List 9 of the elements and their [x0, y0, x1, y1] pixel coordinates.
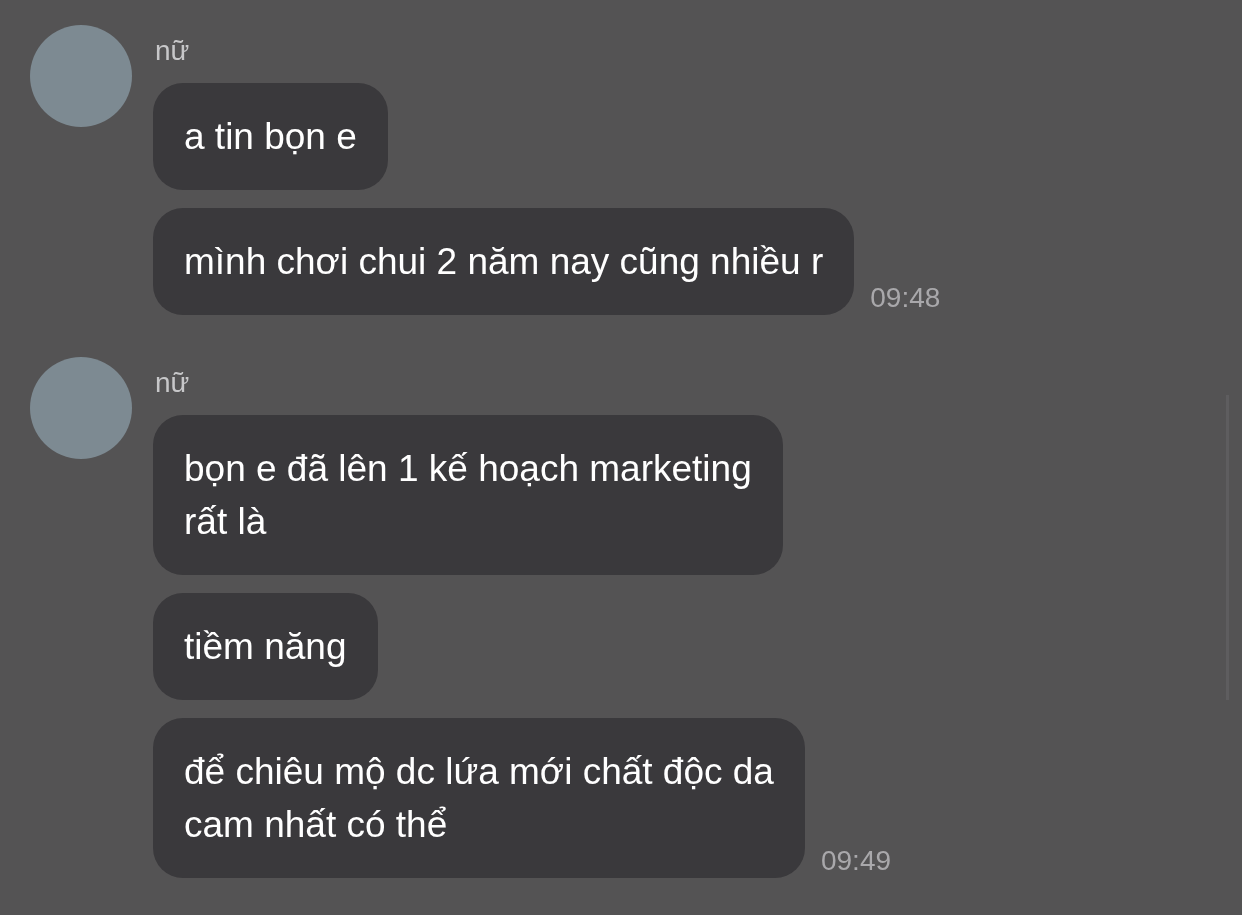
sender-name: nữ [154, 366, 191, 400]
message-bubble: tiềm năng [153, 593, 378, 700]
message-time: 09:48 [870, 281, 941, 315]
message-bubble: bọn e đã lên 1 kế hoạch marketing rất là [153, 415, 783, 575]
message-time: 09:49 [820, 844, 892, 878]
sender-name: nữ [154, 34, 191, 68]
message-bubble: a tin bọn e [153, 83, 388, 190]
message-bubble: mình chơi chui 2 năm nay cũng nhiều r [153, 208, 855, 315]
message-bubble: để chiêu mộ dc lứa mới chất độc da cam nhất có thể [153, 718, 805, 878]
